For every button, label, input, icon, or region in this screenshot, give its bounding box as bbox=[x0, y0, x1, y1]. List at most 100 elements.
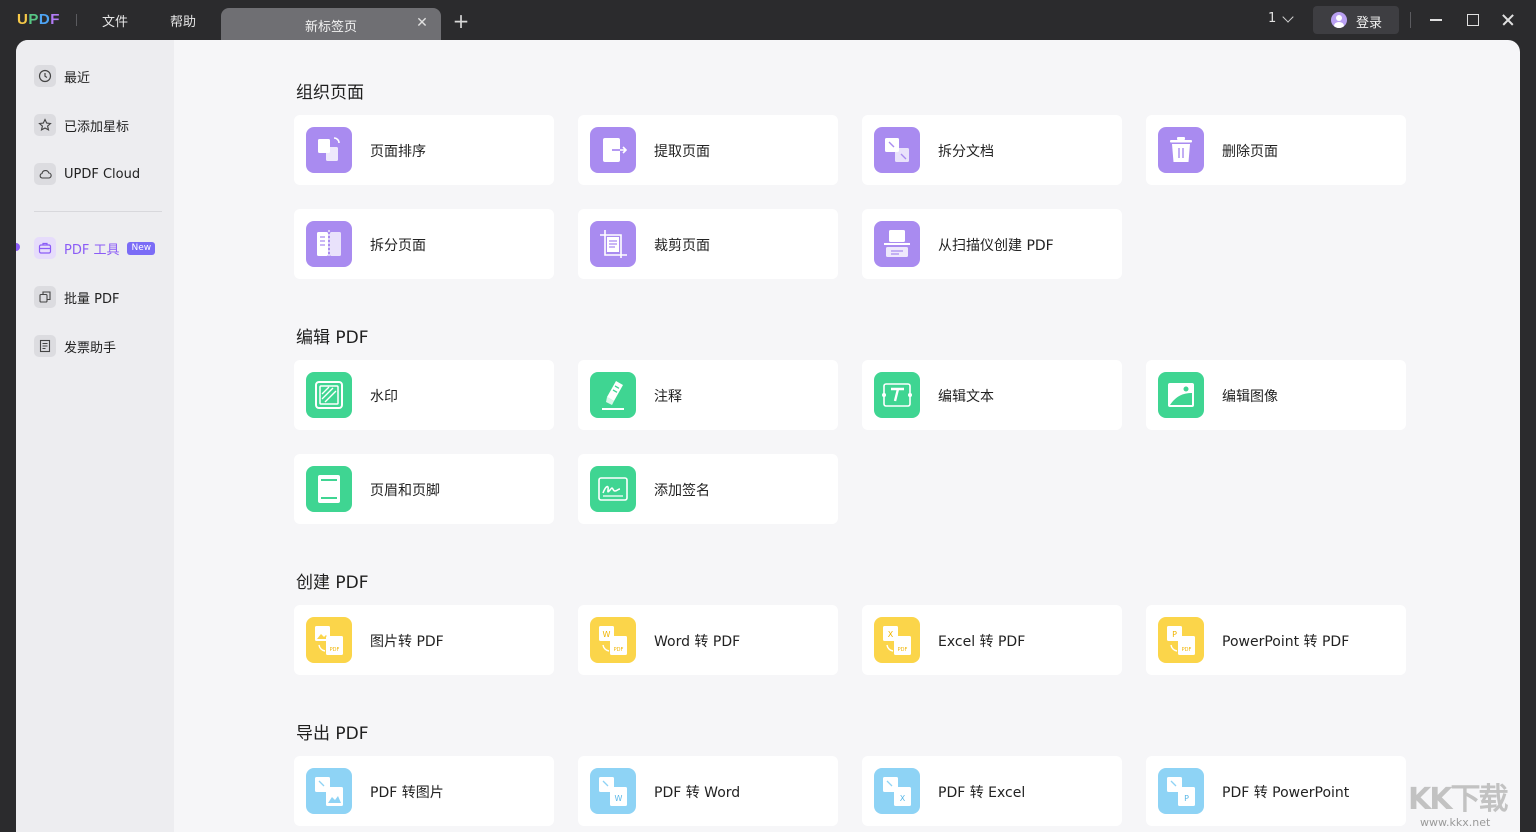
sidebar-item-cloud[interactable]: UPDF Cloud bbox=[34, 161, 140, 187]
split-document-icon bbox=[874, 127, 920, 173]
pdf-to-image-icon bbox=[306, 768, 352, 814]
sidebar-item-invoice[interactable]: 发票助手 bbox=[34, 333, 116, 359]
tool-ppt-to-pdf[interactable]: P PDF PowerPoint 转 PDF bbox=[1146, 605, 1406, 675]
close-icon[interactable]: ✕ bbox=[415, 16, 429, 30]
signature-icon bbox=[590, 466, 636, 512]
tab-new-tab[interactable]: 新标签页 ✕ bbox=[221, 8, 441, 40]
batch-icon bbox=[34, 286, 56, 308]
tool-label: 提取页面 bbox=[654, 144, 710, 160]
tool-label: 页眉和页脚 bbox=[370, 483, 440, 499]
tool-label: 页面排序 bbox=[370, 144, 426, 160]
annotate-icon bbox=[590, 372, 636, 418]
chevron-down-icon bbox=[1282, 10, 1294, 23]
sidebar-item-label: PDF 工具 bbox=[64, 242, 120, 258]
tool-annotate[interactable]: 注释 bbox=[578, 360, 838, 430]
tool-label: Word 转 PDF bbox=[654, 634, 741, 650]
window-close-icon[interactable] bbox=[1496, 8, 1520, 32]
minimize-icon[interactable] bbox=[1424, 8, 1448, 32]
tool-label: PDF 转图片 bbox=[370, 785, 444, 801]
star-icon bbox=[34, 114, 56, 136]
active-indicator bbox=[16, 243, 20, 251]
window-count-dropdown[interactable]: 1 bbox=[1268, 10, 1294, 26]
edit-text-icon bbox=[874, 372, 920, 418]
image-to-pdf-icon: PDF bbox=[306, 617, 352, 663]
login-button[interactable]: 登录 bbox=[1313, 6, 1399, 34]
tool-watermark[interactable]: 水印 bbox=[294, 360, 554, 430]
tool-delete-pages[interactable]: 删除页面 bbox=[1146, 115, 1406, 185]
svg-text:X: X bbox=[900, 794, 906, 803]
tool-label: 拆分页面 bbox=[370, 238, 426, 254]
site-watermark: KK下载 www.kkx.net bbox=[1402, 774, 1534, 832]
sidebar-item-label: UPDF Cloud bbox=[64, 166, 141, 182]
tool-extract-pages[interactable]: 提取页面 bbox=[578, 115, 838, 185]
delete-pages-icon bbox=[1158, 127, 1204, 173]
tool-edit-text[interactable]: 编辑文本 bbox=[862, 360, 1122, 430]
tool-pdf-to-excel[interactable]: X PDF 转 Excel bbox=[862, 756, 1122, 826]
sidebar-item-starred[interactable]: 已添加星标 bbox=[34, 112, 129, 138]
tool-label: 水印 bbox=[370, 389, 398, 405]
maximize-icon[interactable] bbox=[1460, 8, 1484, 32]
avatar-icon bbox=[1331, 12, 1347, 28]
tool-label: 编辑文本 bbox=[938, 389, 994, 405]
toolbox-icon bbox=[34, 237, 56, 259]
new-badge: New bbox=[127, 241, 156, 255]
sidebar-item-label: 已添加星标 bbox=[64, 119, 130, 135]
tab-title: 新标签页 bbox=[304, 20, 357, 35]
logo-divider bbox=[76, 14, 77, 26]
logo-letter-u: U bbox=[17, 11, 29, 28]
svg-text:W: W bbox=[603, 630, 611, 639]
tool-label: 拆分文档 bbox=[938, 144, 994, 160]
word-to-pdf-icon: W PDF bbox=[590, 617, 636, 663]
tool-split-pages[interactable]: 拆分页面 bbox=[294, 209, 554, 279]
tool-reorder-pages[interactable]: 页面排序 bbox=[294, 115, 554, 185]
section-title-organize: 组织页面 bbox=[296, 83, 364, 103]
crop-pages-icon bbox=[590, 221, 636, 267]
tool-edit-image[interactable]: 编辑图像 bbox=[1146, 360, 1406, 430]
svg-text:P: P bbox=[1184, 794, 1189, 803]
tool-add-signature[interactable]: 添加签名 bbox=[578, 454, 838, 524]
logo-letter-d: D bbox=[38, 11, 51, 28]
clock-icon bbox=[34, 65, 56, 87]
invoice-icon bbox=[34, 335, 56, 357]
watermark-text: KK下载 bbox=[1408, 782, 1508, 817]
logo-letter-p: P bbox=[28, 11, 39, 28]
menu-file[interactable]: 文件 bbox=[102, 11, 128, 30]
section-title-create: 创建 PDF bbox=[296, 573, 369, 593]
titlebar-divider bbox=[1410, 12, 1411, 28]
add-tab-icon[interactable]: + bbox=[452, 11, 470, 31]
svg-text:PDF: PDF bbox=[1182, 647, 1192, 653]
sidebar-item-label: 批量 PDF bbox=[64, 291, 120, 307]
split-pages-icon bbox=[306, 221, 352, 267]
main-window: 最近 已添加星标 UPDF Cloud PDF 工具 New 批量 PDF 发票… bbox=[16, 40, 1520, 832]
pdf-to-word-icon: W bbox=[590, 768, 636, 814]
sidebar-item-label: 发票助手 bbox=[64, 340, 117, 356]
svg-text:X: X bbox=[888, 630, 894, 639]
tool-pdf-to-ppt[interactable]: P PDF 转 PowerPoint bbox=[1146, 756, 1406, 826]
tool-crop-pages[interactable]: 裁剪页面 bbox=[578, 209, 838, 279]
sidebar-item-recent[interactable]: 最近 bbox=[34, 63, 90, 89]
tool-excel-to-pdf[interactable]: X PDF Excel 转 PDF bbox=[862, 605, 1122, 675]
sidebar-item-label: 最近 bbox=[64, 70, 91, 86]
section-title-edit: 编辑 PDF bbox=[296, 328, 369, 348]
tool-label: PowerPoint 转 PDF bbox=[1222, 634, 1350, 650]
logo-letter-f: F bbox=[50, 11, 60, 28]
tool-split-document[interactable]: 拆分文档 bbox=[862, 115, 1122, 185]
pdf-tools-panel: 组织页面 页面排序 提取页面 拆分文档 删除页面 拆分页面 裁剪页面 从扫描仪创… bbox=[174, 40, 1520, 832]
sidebar-item-batch[interactable]: 批量 PDF bbox=[34, 284, 119, 310]
svg-text:W: W bbox=[615, 794, 623, 803]
watermark-icon bbox=[306, 372, 352, 418]
sidebar-item-pdf-tools[interactable]: PDF 工具 New bbox=[34, 235, 156, 261]
tool-image-to-pdf[interactable]: PDF 图片转 PDF bbox=[294, 605, 554, 675]
scanner-icon bbox=[874, 221, 920, 267]
tool-pdf-to-word[interactable]: W PDF 转 Word bbox=[578, 756, 838, 826]
tool-pdf-to-image[interactable]: PDF 转图片 bbox=[294, 756, 554, 826]
sidebar-divider bbox=[34, 211, 162, 212]
menu-help[interactable]: 帮助 bbox=[170, 11, 196, 30]
updf-logo: U P D F bbox=[17, 11, 60, 29]
tool-word-to-pdf[interactable]: W PDF Word 转 PDF bbox=[578, 605, 838, 675]
tool-label: 添加签名 bbox=[654, 483, 710, 499]
tool-create-from-scanner[interactable]: 从扫描仪创建 PDF bbox=[862, 209, 1122, 279]
tool-header-footer[interactable]: 页眉和页脚 bbox=[294, 454, 554, 524]
tool-label: 图片转 PDF bbox=[370, 634, 444, 650]
section-title-export: 导出 PDF bbox=[296, 724, 369, 744]
